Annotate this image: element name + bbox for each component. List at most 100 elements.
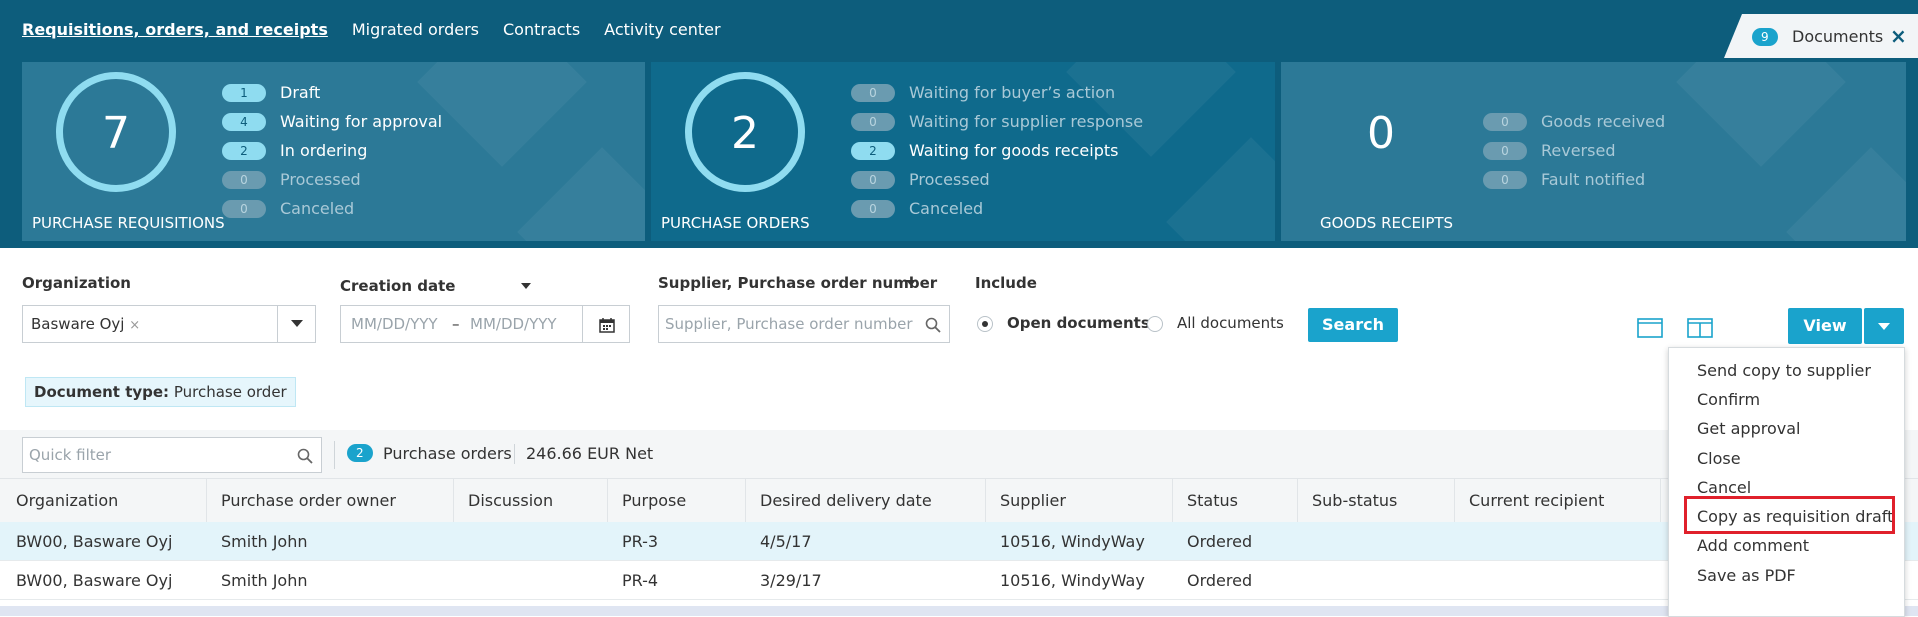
- nav-migrated-orders[interactable]: Migrated orders: [352, 20, 479, 39]
- status-label: Draft: [280, 83, 321, 102]
- open-documents-radio[interactable]: [977, 316, 993, 332]
- column-header-organization[interactable]: Organization: [16, 491, 118, 510]
- date-to-input[interactable]: MM/DD/YYY: [470, 315, 557, 333]
- status-label: Canceled: [280, 199, 355, 218]
- column-header-po-owner[interactable]: Purchase order owner: [221, 491, 396, 510]
- card-decoration: [417, 62, 587, 167]
- close-icon[interactable]: ×: [1890, 24, 1907, 48]
- gr-status-reversed[interactable]: 0 Reversed: [1483, 141, 1615, 160]
- menu-item-get-approval[interactable]: Get approval: [1697, 419, 1800, 438]
- status-count-pill: 2: [222, 141, 266, 160]
- view-dropdown-menu: Send copy to supplier Confirm Get approv…: [1668, 347, 1905, 617]
- nav-contracts[interactable]: Contracts: [503, 20, 580, 39]
- purchase-orders-card[interactable]: 2 PURCHASE ORDERS 0 Waiting for buyer’s a…: [651, 62, 1275, 241]
- column-separator: [1454, 479, 1455, 523]
- single-pane-view-icon[interactable]: [1637, 318, 1663, 338]
- gr-status-fault-notified[interactable]: 0 Fault notified: [1483, 170, 1645, 189]
- menu-item-close[interactable]: Close: [1697, 449, 1741, 468]
- all-documents-label[interactable]: All documents: [1177, 314, 1284, 332]
- menu-item-save-as-pdf[interactable]: Save as PDF: [1697, 566, 1796, 585]
- column-header-sub-status[interactable]: Sub-status: [1312, 491, 1397, 510]
- supplier-dropdown-icon[interactable]: [906, 280, 916, 286]
- documents-tab[interactable]: 9 Documents ×: [1724, 14, 1918, 58]
- divider: [582, 306, 583, 342]
- status-count-pill: 0: [222, 199, 266, 218]
- table-row[interactable]: BW00, Basware Oyj Smith John PR-3 4/5/17…: [0, 522, 1918, 561]
- date-range-separator: –: [452, 315, 460, 333]
- documents-count-badge: 9: [1752, 28, 1778, 46]
- table-row[interactable]: BW00, Basware Oyj Smith John PR-4 3/29/1…: [0, 561, 1918, 600]
- column-header-desired-delivery-date[interactable]: Desired delivery date: [760, 491, 932, 510]
- status-count-pill: 0: [851, 199, 895, 218]
- po-count: 2: [731, 108, 759, 159]
- purchase-requisitions-card[interactable]: 7 PURCHASE REQUISITIONS 1 Draft 4 Waiting …: [22, 62, 645, 241]
- bottom-scroll-strip[interactable]: [0, 606, 1918, 616]
- goods-receipts-card[interactable]: 0 GOODS RECEIPTS 0 Goods received 0 Revers…: [1281, 62, 1906, 241]
- table-header: Organization Purchase order owner Discus…: [0, 478, 1918, 524]
- status-count-pill: 2: [851, 141, 895, 160]
- status-label: In ordering: [280, 141, 368, 160]
- po-status-processed[interactable]: 0 Processed: [851, 170, 990, 189]
- chevron-down-icon[interactable]: [291, 320, 303, 328]
- gr-card-title: GOODS RECEIPTS: [1320, 214, 1454, 232]
- column-header-current-recipient[interactable]: Current recipient: [1469, 491, 1604, 510]
- open-documents-label[interactable]: Open documents: [1007, 314, 1150, 332]
- pr-status-draft[interactable]: 1 Draft: [222, 83, 320, 102]
- nav-activity-center[interactable]: Activity center: [604, 20, 720, 39]
- gr-count: 0: [1367, 108, 1395, 159]
- po-status-waiting-supplier[interactable]: 0 Waiting for supplier response: [851, 112, 1143, 131]
- top-nav: Requisitions, orders, and receipts Migra…: [22, 20, 721, 39]
- creation-date-range[interactable]: MM/DD/YYY – MM/DD/YYY: [340, 305, 630, 343]
- menu-item-confirm[interactable]: Confirm: [1697, 390, 1760, 409]
- organization-select[interactable]: Basware Oyj ×: [22, 305, 316, 343]
- cell-organization: BW00, Basware Oyj: [16, 532, 173, 551]
- document-type-key: Document type:: [34, 383, 170, 401]
- cell-status: Ordered: [1187, 571, 1253, 590]
- pr-status-waiting-approval[interactable]: 4 Waiting for approval: [222, 112, 442, 131]
- column-header-discussion[interactable]: Discussion: [468, 491, 553, 510]
- cell-supplier: 10516, WindyWay: [1000, 571, 1145, 590]
- search-icon[interactable]: [297, 448, 313, 464]
- documents-tab-label: Documents: [1792, 27, 1884, 46]
- search-icon[interactable]: [925, 317, 941, 333]
- column-header-supplier[interactable]: Supplier: [1000, 491, 1066, 510]
- view-button[interactable]: View: [1788, 308, 1862, 344]
- top-navigation-bar: Requisitions, orders, and receipts Migra…: [0, 0, 1918, 58]
- quick-filter-input[interactable]: Quick filter: [29, 446, 111, 464]
- menu-item-add-comment[interactable]: Add comment: [1697, 536, 1809, 555]
- view-menu-toggle[interactable]: [1864, 308, 1904, 344]
- quick-filter[interactable]: Quick filter: [22, 437, 322, 473]
- column-header-purpose[interactable]: Purpose: [622, 491, 686, 510]
- pr-status-processed[interactable]: 0 Processed: [222, 170, 361, 189]
- date-from-input[interactable]: MM/DD/YYY: [351, 315, 438, 333]
- po-status-waiting-goods-receipts[interactable]: 2 Waiting for goods receipts: [851, 141, 1118, 160]
- supplier-po-input[interactable]: Supplier, Purchase order number: [665, 315, 913, 333]
- organization-label: Organization: [22, 274, 131, 292]
- menu-item-send-copy-to-supplier[interactable]: Send copy to supplier: [1697, 361, 1871, 380]
- chip-remove-icon[interactable]: ×: [129, 318, 140, 333]
- highlight-box: [1684, 496, 1895, 534]
- calendar-icon[interactable]: [599, 317, 615, 333]
- nav-requisitions-orders-receipts[interactable]: Requisitions, orders, and receipts: [22, 20, 328, 39]
- status-label: Waiting for goods receipts: [909, 141, 1119, 160]
- all-documents-radio[interactable]: [1147, 316, 1163, 332]
- search-button[interactable]: Search: [1308, 308, 1398, 342]
- po-status-canceled[interactable]: 0 Canceled: [851, 199, 983, 218]
- supplier-po-search[interactable]: Supplier, Purchase order number: [658, 305, 950, 343]
- status-count-pill: 0: [851, 112, 895, 131]
- split-pane-view-icon[interactable]: [1687, 318, 1713, 338]
- pr-status-canceled[interactable]: 0 Canceled: [222, 199, 354, 218]
- document-type-filter-tag[interactable]: Document type: Purchase order: [25, 377, 296, 407]
- column-header-status[interactable]: Status: [1187, 491, 1238, 510]
- gr-status-goods-received[interactable]: 0 Goods received: [1483, 112, 1665, 131]
- status-count-pill: 4: [222, 112, 266, 131]
- status-label: Reversed: [1541, 141, 1616, 160]
- status-label: Processed: [909, 170, 990, 189]
- status-count-pill: 0: [851, 83, 895, 102]
- chevron-down-icon: [1878, 323, 1890, 330]
- po-status-waiting-buyer[interactable]: 0 Waiting for buyer’s action: [851, 83, 1115, 102]
- pr-status-in-ordering[interactable]: 2 In ordering: [222, 141, 367, 160]
- purchase-orders-count-label: Purchase orders: [383, 444, 512, 463]
- menu-item-cancel[interactable]: Cancel: [1697, 478, 1751, 497]
- creation-date-dropdown-icon[interactable]: [521, 283, 531, 289]
